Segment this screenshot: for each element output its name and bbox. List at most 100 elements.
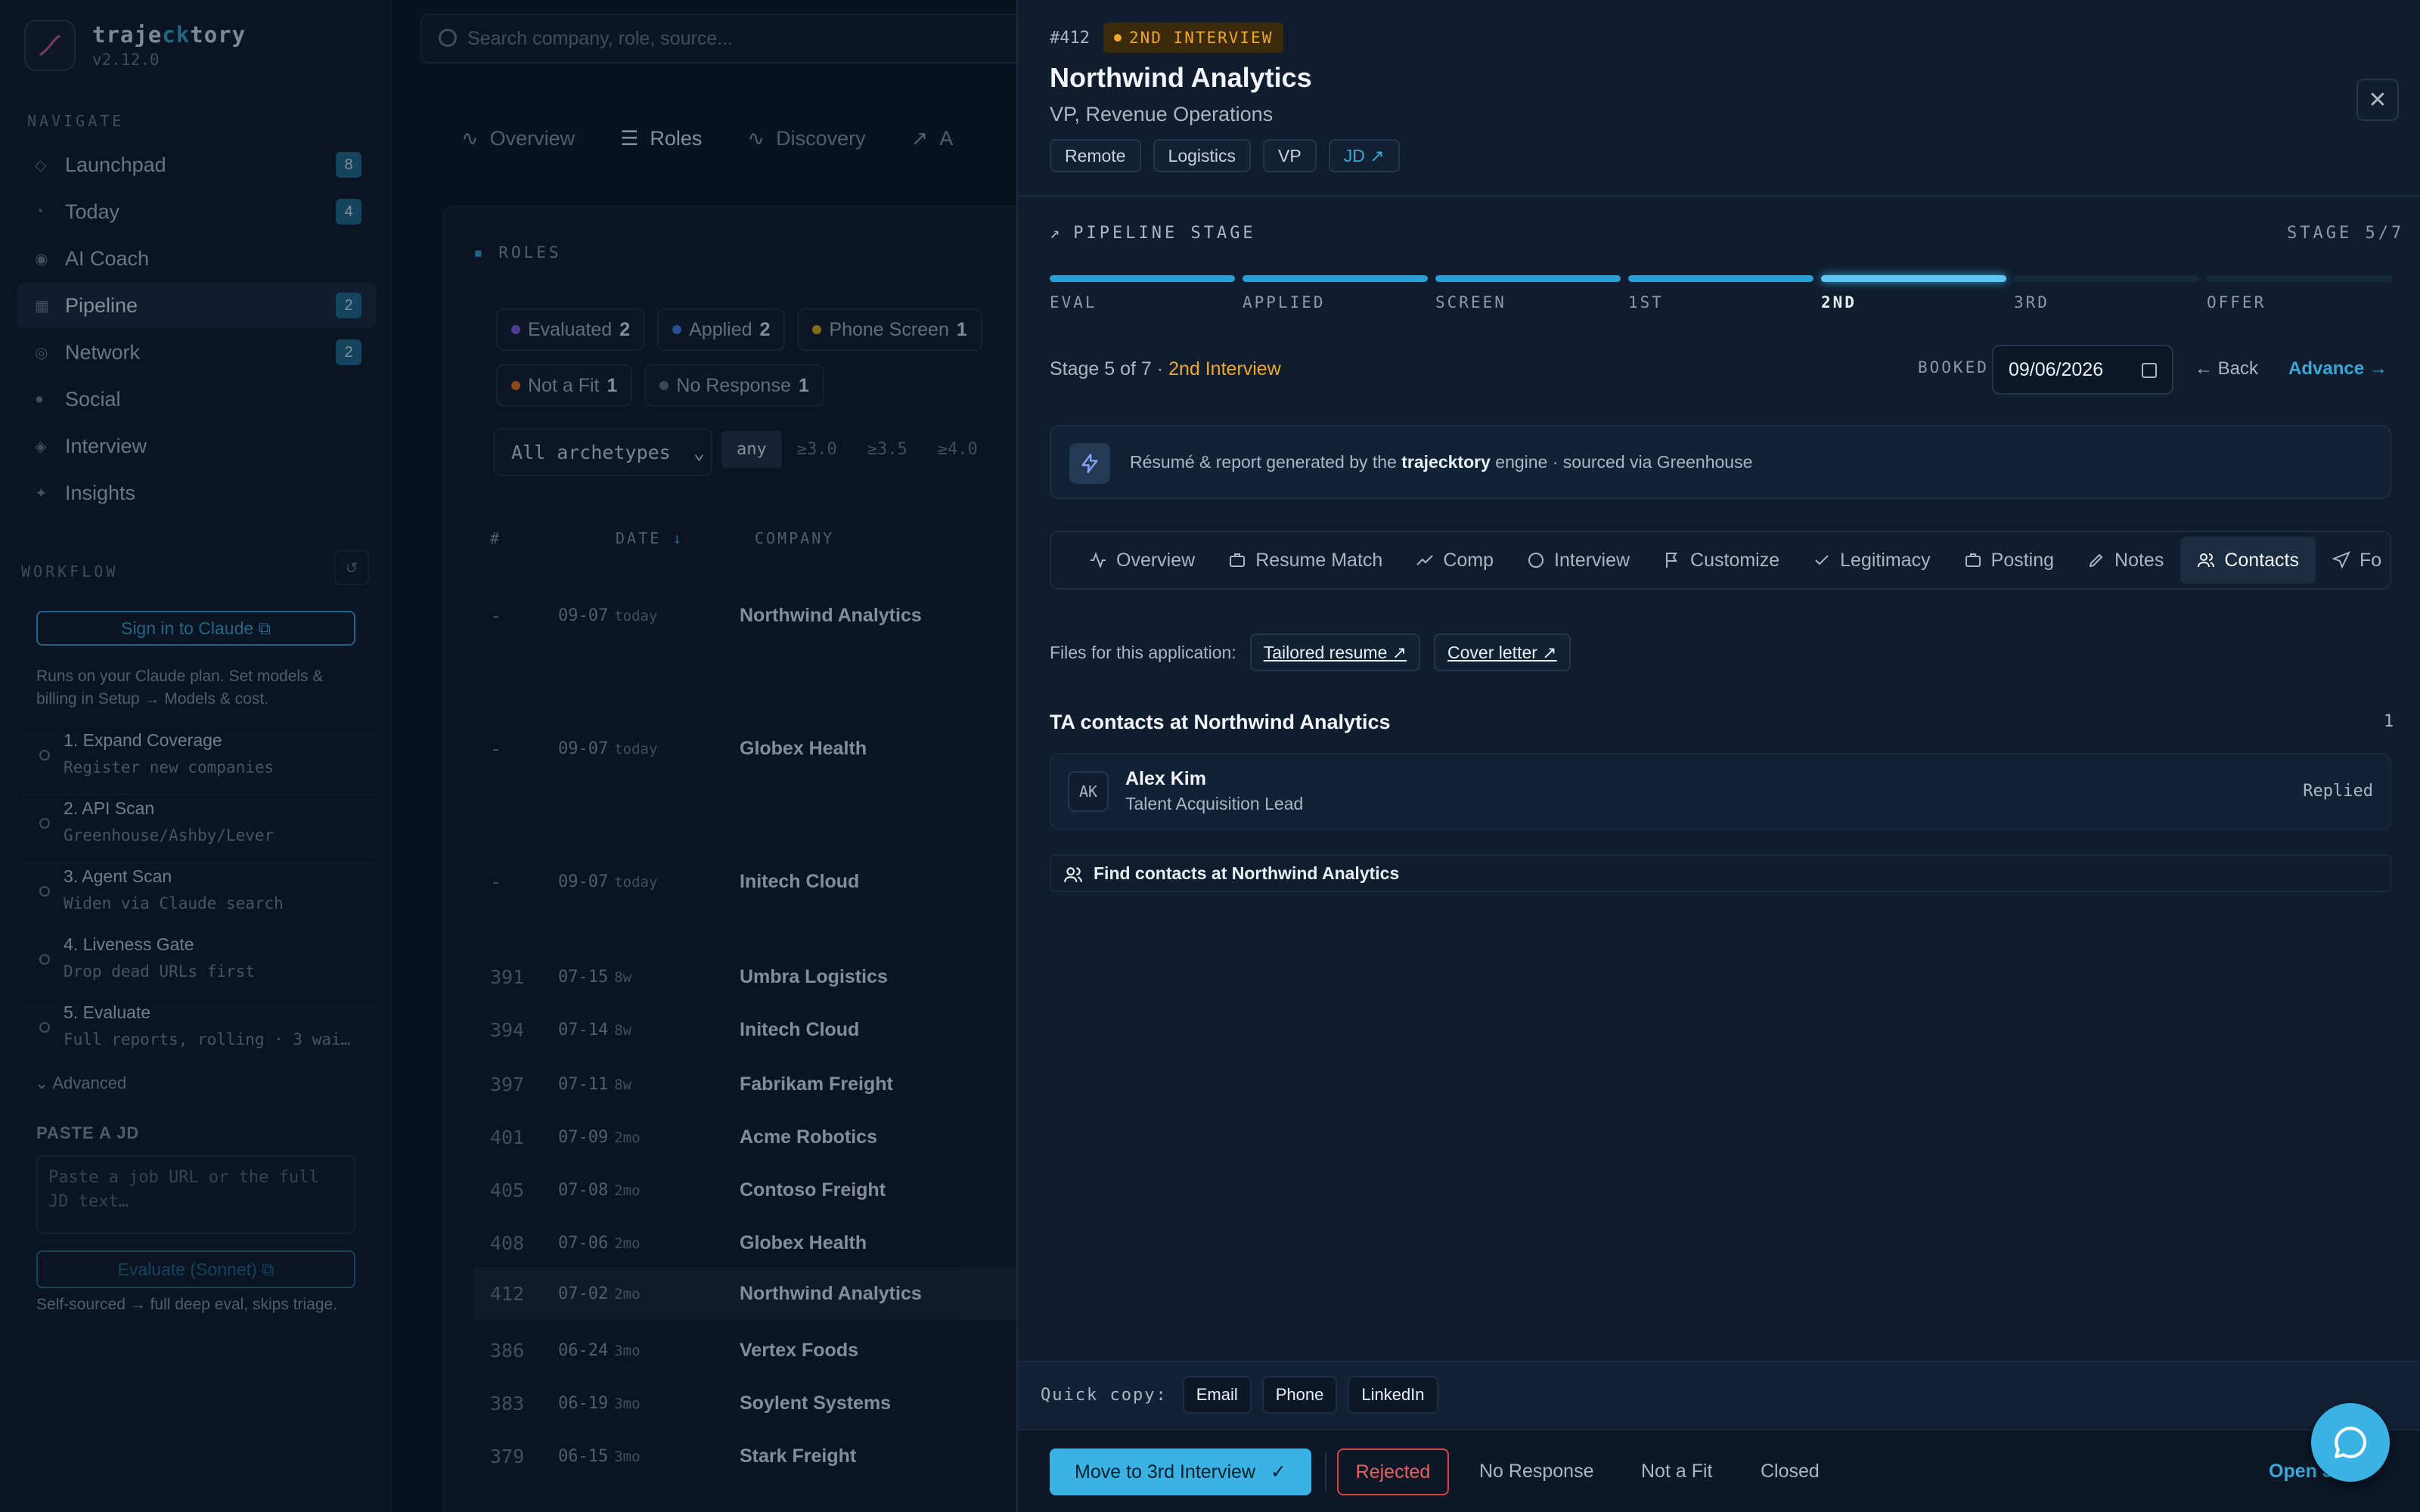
- pencil-icon: [2089, 553, 2103, 568]
- advanced-toggle[interactable]: ⌄ Advanced: [35, 1074, 126, 1093]
- briefcase-icon: [1230, 553, 1246, 567]
- contact-status: Replied: [2303, 782, 2373, 801]
- stage-bar[interactable]: [2207, 275, 2392, 282]
- search-icon: [439, 29, 457, 47]
- main-content: Search company, role, source... ∿ Overvi…: [393, 0, 1048, 1512]
- stage-bar[interactable]: [1628, 275, 1813, 282]
- evaluate-button[interactable]: Evaluate (Sonnet) ⧉: [36, 1250, 355, 1288]
- refresh-icon[interactable]: ↺: [334, 550, 369, 585]
- sidebar-item-social[interactable]: ● Social: [17, 376, 377, 422]
- stage-bar[interactable]: [2014, 275, 2199, 282]
- workflow-steps: 1. Expand Coverage Register new companies…: [21, 726, 377, 1066]
- find-contacts-button[interactable]: Find contacts at Northwind Analytics: [1050, 854, 2391, 892]
- status-dot-icon: [1113, 34, 1122, 42]
- tag-remote: Remote: [1050, 139, 1141, 172]
- diamond-icon: ◈: [35, 438, 47, 455]
- stage-label: APPLIED: [1243, 293, 1326, 311]
- stage-bar[interactable]: [1243, 275, 1428, 282]
- workflow-step[interactable]: 3. Agent Scan Widen via Claude search: [21, 862, 377, 930]
- sidebar-nav: ◇ Launchpad 8 ◔ Today 4 ◉ AI Coach ▦ Pipeline 2…: [17, 142, 377, 517]
- tab-comp[interactable]: Comp: [1399, 537, 1510, 584]
- stage-bar[interactable]: [1050, 275, 1235, 282]
- send-icon: [2332, 551, 2351, 569]
- copy-phone-button[interactable]: Phone: [1261, 1376, 1338, 1414]
- jd-textarea[interactable]: Paste a job URL or the full JD text…: [36, 1155, 355, 1234]
- close-button[interactable]: ✕: [2356, 79, 2399, 121]
- copy-email-button[interactable]: Email: [1182, 1376, 1252, 1414]
- divider: [1325, 1453, 1326, 1491]
- sidebar-item-network[interactable]: ◎ Network 2: [17, 330, 377, 375]
- stage-label: 1ST: [1628, 293, 1664, 311]
- workflow-label: WORKFLOW: [21, 562, 119, 581]
- tab-follow-up[interactable]: Fo: [2316, 537, 2390, 584]
- sign-in-claude-button[interactable]: Sign in to Claude ⧉: [36, 611, 355, 646]
- workflow-step[interactable]: 1. Expand Coverage Register new companies: [21, 726, 377, 794]
- tab-overview[interactable]: ∿ Overview: [461, 127, 575, 150]
- tab-discovery[interactable]: ∿ Discovery: [747, 127, 865, 150]
- chat-button[interactable]: [2311, 1403, 2390, 1482]
- tab-resume-match[interactable]: Resume Match: [1212, 537, 1399, 584]
- booked-date-input[interactable]: 09/06/2026: [1992, 345, 2173, 395]
- workflow-step[interactable]: 2. API Scan Greenhouse/Ashby/Lever: [21, 794, 377, 862]
- stage-label: 3RD: [2014, 293, 2049, 311]
- booked-label: BOOKED: [1918, 358, 1989, 376]
- tab-contacts[interactable]: Contacts: [2180, 537, 2316, 584]
- activity-icon: ∿: [461, 127, 479, 150]
- sidebar-item-interview[interactable]: ◈ Interview: [17, 423, 377, 469]
- sidebar: trajecktory v2.12.0 NAVIGATE ◇ Launchpad 8…: [0, 0, 392, 1512]
- tag-vp: VP: [1263, 139, 1317, 172]
- external-icon: ⧉: [262, 1259, 275, 1279]
- navigate-label: NAVIGATE: [27, 112, 125, 130]
- target-icon: ◉: [35, 250, 48, 268]
- tag-logistics: Logistics: [1153, 139, 1252, 172]
- workflow-step[interactable]: 5. Evaluate Full reports, rolling · 3 wai…: [21, 998, 377, 1066]
- clock-icon: ◔: [35, 203, 45, 220]
- sidebar-item-ai-coach[interactable]: ◉ AI Coach: [17, 236, 377, 281]
- sidebar-item-launchpad[interactable]: ◇ Launchpad 8: [17, 142, 377, 187]
- role-title: VP, Revenue Operations: [1050, 103, 1274, 125]
- chat-icon: [2335, 1427, 2366, 1458]
- tab-customize[interactable]: Customize: [1646, 537, 1796, 584]
- stage-label: 2ND: [1821, 293, 1857, 311]
- tab-posting[interactable]: Posting: [1947, 537, 2071, 584]
- calendar-icon[interactable]: [2142, 363, 2157, 378]
- rejected-button[interactable]: Rejected: [1337, 1448, 1449, 1495]
- chart-icon: ↗: [911, 127, 929, 150]
- tab-roles[interactable]: ☰ Roles: [620, 127, 702, 150]
- engine-banner: Résumé & report generated by the trajeck…: [1050, 425, 2391, 499]
- contact-card[interactable]: AK Alex Kim Talent Acquisition Lead Repl…: [1050, 753, 2391, 830]
- back-button[interactable]: ← Back: [2195, 358, 2258, 380]
- detail-tabs: Overview Resume Match Comp Interview Cus…: [1050, 531, 2391, 590]
- no-response-button[interactable]: No Response: [1479, 1461, 1593, 1483]
- move-to-next-stage-button[interactable]: Move to 3rd Interview ✓: [1050, 1448, 1311, 1495]
- trend-icon: [1416, 555, 1434, 565]
- tab-overview[interactable]: Overview: [1072, 537, 1212, 584]
- advance-button[interactable]: Advance →: [2288, 358, 2387, 380]
- stage-bar[interactable]: [1821, 275, 2006, 282]
- tab-notes[interactable]: Notes: [2071, 537, 2180, 584]
- tab-analytics[interactable]: ↗ A: [911, 127, 954, 150]
- sidebar-item-pipeline[interactable]: ▦ Pipeline 2: [17, 283, 377, 328]
- action-bar: Move to 3rd Interview ✓ Rejected No Respo…: [1018, 1429, 2420, 1512]
- tab-interview[interactable]: Interview: [1510, 537, 1646, 584]
- contact-name: Alex Kim: [1125, 768, 1206, 789]
- tab-legitimacy[interactable]: Legitimacy: [1796, 537, 1947, 584]
- jd-link[interactable]: JD ↗: [1328, 139, 1400, 172]
- rocket-icon: ◇: [35, 156, 47, 174]
- pipeline-progress: [1050, 275, 2392, 282]
- bolt-icon: [1069, 443, 1110, 484]
- search-input[interactable]: Search company, role, source...: [420, 14, 1025, 64]
- workflow-step[interactable]: 4. Liveness Gate Drop dead URLs first: [21, 930, 377, 998]
- stage-bar[interactable]: [1435, 275, 1621, 282]
- quick-copy-label: Quick copy:: [1041, 1385, 1168, 1405]
- cover-letter-link[interactable]: Cover letter ↗: [1434, 634, 1571, 671]
- brand[interactable]: trajecktory v2.12.0: [24, 20, 246, 71]
- sidebar-item-today[interactable]: ◔ Today 4: [17, 189, 377, 234]
- copy-linkedin-button[interactable]: LinkedIn: [1348, 1376, 1438, 1414]
- closed-button[interactable]: Closed: [1761, 1461, 1820, 1483]
- not-a-fit-button[interactable]: Not a Fit: [1641, 1461, 1712, 1483]
- sidebar-item-insights[interactable]: ✦ Insights: [17, 470, 377, 516]
- pulse-icon: ∿: [747, 127, 765, 150]
- chevron-icon: ⌄: [35, 1074, 49, 1092]
- tailored-resume-link[interactable]: Tailored resume ↗: [1249, 634, 1421, 671]
